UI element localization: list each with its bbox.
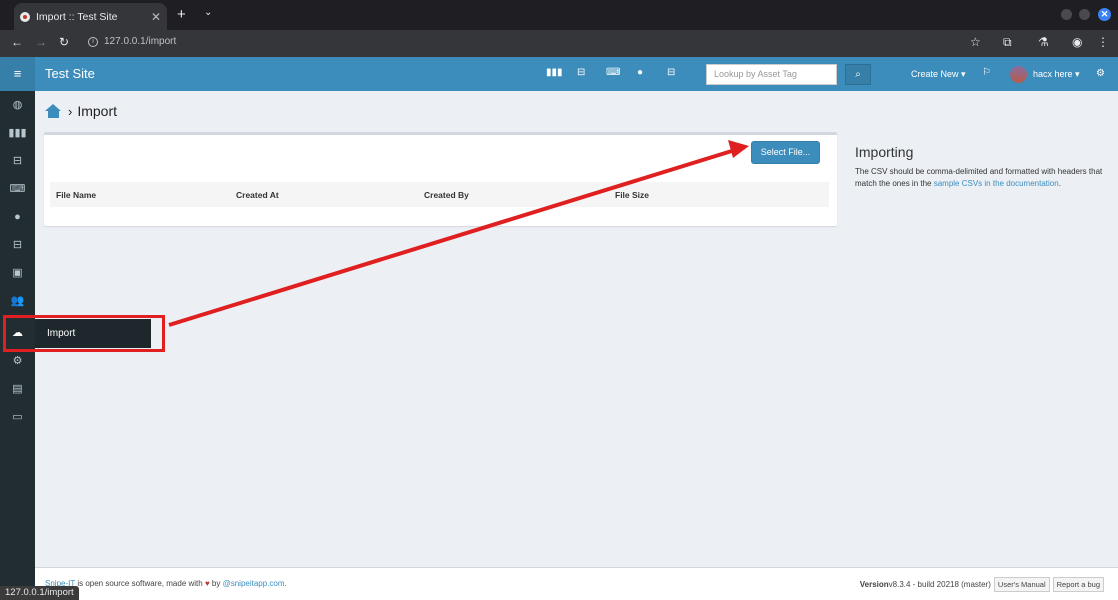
sidebar-item-dashboard-icon[interactable]: ◍ bbox=[0, 91, 35, 119]
footer-credits: Snipe-IT is open source software, made w… bbox=[45, 579, 287, 588]
search-button[interactable]: ⌕ bbox=[845, 64, 871, 85]
browser-address-bar: ← → ↻ i 127.0.0.1/import ☆ ⧉ ⚗ ◉ ⋮ bbox=[0, 30, 1118, 57]
page-title: Import bbox=[77, 103, 118, 119]
alerts-flag-icon[interactable]: ⚐ bbox=[982, 67, 991, 78]
url-text: 127.0.0.1/import bbox=[104, 36, 177, 47]
tab-list-chevron-icon[interactable]: ⌄ bbox=[204, 7, 212, 18]
extensions-icon[interactable]: ⧉ bbox=[1003, 35, 1012, 50]
main-content: › Import Select File... File Name Create… bbox=[35, 91, 1118, 567]
create-new-dropdown[interactable]: Create New ▾ bbox=[911, 69, 966, 80]
window-close-icon[interactable]: ✕ bbox=[1098, 8, 1111, 21]
footer-version: Version v8.3.4 - build 20218 (master) Us… bbox=[860, 577, 1104, 592]
sidebar-item-reports-chart-icon[interactable]: ▤ bbox=[0, 375, 35, 403]
users-manual-button[interactable]: User's Manual bbox=[993, 577, 1050, 592]
new-tab-icon[interactable]: + bbox=[177, 6, 186, 23]
bookmark-star-icon[interactable]: ☆ bbox=[970, 35, 981, 49]
column-header-created-at[interactable]: Created At bbox=[236, 190, 279, 200]
report-bug-button[interactable]: Report a bug bbox=[1052, 577, 1104, 592]
sidebar-item-consumables-drop-icon[interactable]: ● bbox=[0, 203, 35, 231]
tab-title: Import :: Test Site bbox=[36, 10, 118, 23]
nav-assets-barcode-icon[interactable]: ▮▮▮ bbox=[546, 67, 563, 78]
sidebar-item-accessories-keyboard-icon[interactable]: ⌨ bbox=[0, 175, 35, 203]
sidebar-item-licenses-icon[interactable]: ⊟ bbox=[0, 147, 35, 175]
sidebar-item-assets-barcode-icon[interactable]: ▮▮▮ bbox=[0, 119, 35, 147]
maximize-icon[interactable] bbox=[1079, 9, 1090, 20]
browser-tab[interactable]: Import :: Test Site ✕ bbox=[14, 3, 167, 30]
admin-settings-gears-icon[interactable]: ⚙ bbox=[1096, 68, 1105, 79]
import-files-box: Select File... File Name Created At Crea… bbox=[44, 132, 837, 226]
top-navbar: Test Site ▮▮▮ ⊟ ⌨ ● ⊟ Lookup by Asset Ta… bbox=[35, 57, 1118, 91]
minimize-icon[interactable] bbox=[1061, 9, 1072, 20]
browser-menu-icon[interactable]: ⋮ bbox=[1097, 35, 1109, 49]
nav-accessories-keyboard-icon[interactable]: ⌨ bbox=[606, 67, 620, 78]
sidebar-item-kits-icon[interactable]: ▣ bbox=[0, 259, 35, 287]
site-brand-link[interactable]: Test Site bbox=[45, 66, 95, 81]
back-icon[interactable]: ← bbox=[11, 35, 23, 49]
search-icon: ⌕ bbox=[855, 69, 861, 80]
url-field[interactable]: i 127.0.0.1/import bbox=[88, 36, 176, 47]
avatar[interactable] bbox=[1010, 66, 1027, 83]
forward-icon[interactable]: → bbox=[35, 35, 47, 49]
browser-status-url: 127.0.0.1/import bbox=[0, 586, 79, 600]
chevron-right-icon: › bbox=[68, 103, 73, 119]
select-file-button[interactable]: Select File... bbox=[751, 141, 820, 164]
importing-help-panel: Importing The CSV should be comma-delimi… bbox=[855, 144, 1115, 190]
import-table-header: File Name Created At Created By File Siz… bbox=[50, 182, 829, 207]
column-header-created-by[interactable]: Created By bbox=[424, 190, 469, 200]
sidebar-item-components-icon[interactable]: ⊟ bbox=[0, 231, 35, 259]
home-icon[interactable] bbox=[45, 104, 62, 118]
sidebar-toggle-button[interactable]: ≡ bbox=[0, 57, 35, 91]
column-header-file-name[interactable]: File Name bbox=[56, 190, 96, 200]
tab-close-icon[interactable]: ✕ bbox=[151, 10, 161, 24]
sidebar-item-requestable-laptop-icon[interactable]: ▭ bbox=[0, 403, 35, 431]
nav-licenses-icon[interactable]: ⊟ bbox=[577, 67, 585, 78]
site-favicon-icon bbox=[20, 11, 30, 22]
nav-components-icon[interactable]: ⊟ bbox=[667, 67, 675, 78]
profile-icon[interactable]: ◉ bbox=[1072, 35, 1082, 49]
labs-flask-icon[interactable]: ⚗ bbox=[1038, 35, 1049, 49]
nav-consumables-drop-icon[interactable]: ● bbox=[637, 67, 643, 78]
sample-csv-docs-link[interactable]: sample CSVs in the documentation bbox=[934, 179, 1059, 188]
importing-heading: Importing bbox=[855, 144, 914, 160]
page-footer: Snipe-IT is open source software, made w… bbox=[35, 567, 1118, 600]
author-link[interactable]: @snipeitapp.com bbox=[223, 579, 285, 588]
importing-help-text: The CSV should be comma-delimited and fo… bbox=[855, 167, 1103, 188]
asset-tag-lookup-input[interactable]: Lookup by Asset Tag bbox=[706, 64, 837, 85]
annotation-highlight-box bbox=[3, 315, 165, 352]
browser-tab-bar: Import :: Test Site ✕ + ⌄ ✕ bbox=[0, 0, 1118, 30]
sidebar-item-people-icon[interactable]: 👥 bbox=[0, 287, 35, 315]
breadcrumb: › Import bbox=[45, 103, 117, 119]
reload-icon[interactable]: ↻ bbox=[59, 35, 69, 49]
column-header-file-size[interactable]: File Size bbox=[615, 190, 649, 200]
site-info-icon[interactable]: i bbox=[88, 36, 98, 47]
user-menu-dropdown[interactable]: hacx here ▾ bbox=[1033, 69, 1080, 80]
